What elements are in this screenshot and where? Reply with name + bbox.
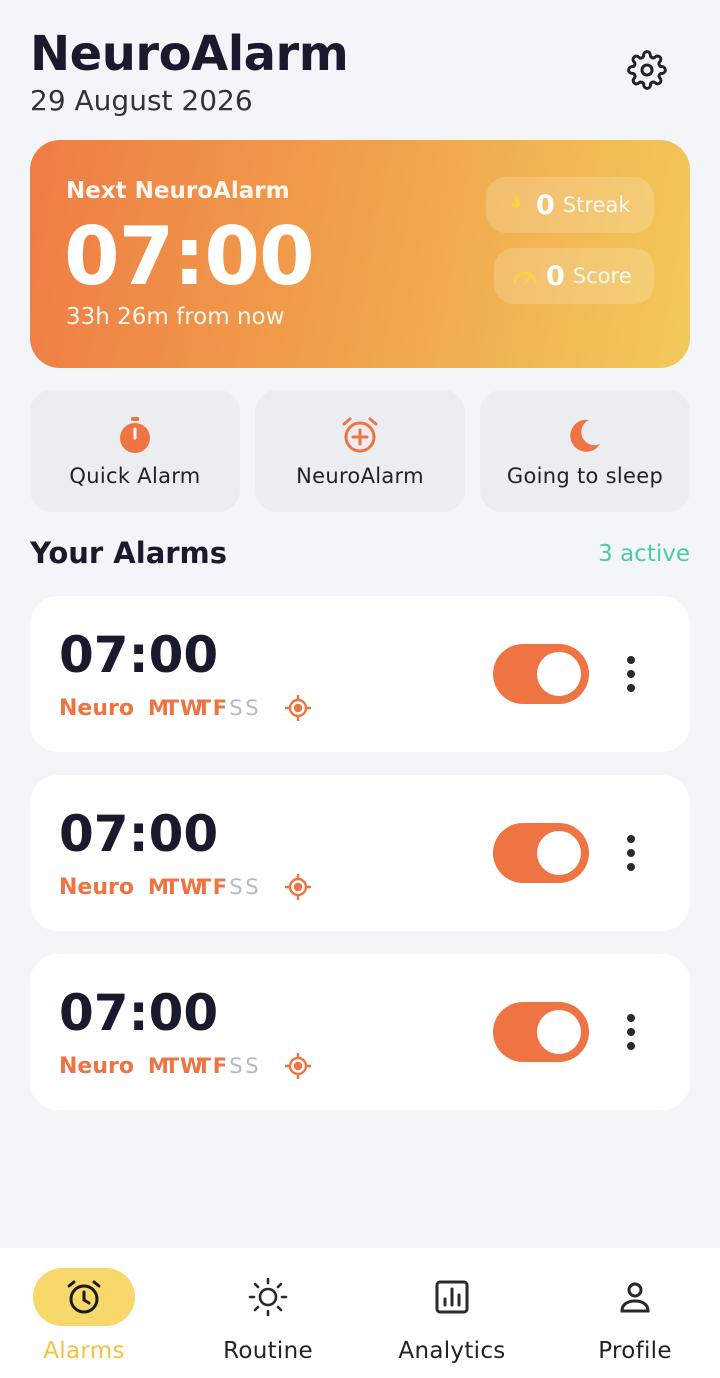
day-tue: T <box>164 875 180 899</box>
nav-item-alarms[interactable]: Alarms <box>0 1248 174 1378</box>
app-title: NeuroAlarm <box>30 26 349 82</box>
quick-alarm-label: Quick Alarm <box>69 464 201 488</box>
next-alarm-countdown: 33h 26m from now <box>66 304 285 330</box>
day-sun: S <box>245 1054 259 1078</box>
quick-alarm-button[interactable]: Quick Alarm <box>30 390 240 512</box>
alarm-card[interactable]: 07:00 Neuro M T W T F S S <box>30 596 690 752</box>
next-alarm-time: 07:00 <box>64 210 315 303</box>
toggle-knob <box>537 652 581 696</box>
chart-icon <box>435 1280 469 1314</box>
alarm-time: 07:00 <box>59 984 219 1042</box>
day-sun: S <box>245 696 259 720</box>
alarm-time: 07:00 <box>59 805 219 863</box>
nav-item-profile[interactable]: Profile <box>545 1248 720 1378</box>
more-options-button[interactable] <box>618 1010 644 1054</box>
day-fri: F <box>212 696 228 720</box>
stopwatch-icon <box>120 417 150 453</box>
score-value: 0 <box>546 260 565 292</box>
alarms-section-title: Your Alarms <box>30 536 228 570</box>
alarm-toggle[interactable] <box>493 823 589 883</box>
flame-icon <box>512 195 520 208</box>
nav-item-analytics[interactable]: Analytics <box>362 1248 542 1378</box>
toggle-knob <box>537 1010 581 1054</box>
streak-value: 0 <box>536 189 555 221</box>
day-fri: F <box>212 1054 228 1078</box>
alarm-card[interactable]: 07:00 Neuro M T W T F S S <box>30 775 690 931</box>
day-sat: S <box>229 875 243 899</box>
sun-icon <box>248 1277 288 1317</box>
day-thu: T <box>196 875 212 899</box>
score-badge: 0 Score <box>494 248 654 304</box>
day-wed: W <box>179 1054 204 1078</box>
nav-label-analytics: Analytics <box>398 1338 506 1364</box>
day-tue: T <box>164 1054 180 1078</box>
alarm-meta: Neuro M T W T F S S <box>59 1052 312 1080</box>
alarm-type: Neuro <box>59 695 134 721</box>
gauge-icon <box>513 271 537 285</box>
alarm-toggle[interactable] <box>493 644 589 704</box>
day-sun: S <box>245 875 259 899</box>
streak-label: Streak <box>562 193 631 217</box>
alarm-meta: Neuro M T W T F S S <box>59 873 312 901</box>
alarm-type: Neuro <box>59 1053 134 1079</box>
neuroalarm-button[interactable]: NeuroAlarm <box>255 390 465 512</box>
neuroalarm-label: NeuroAlarm <box>296 464 424 488</box>
score-label: Score <box>572 264 632 288</box>
alarm-type: Neuro <box>59 874 134 900</box>
active-alarms-count: 3 active <box>598 541 690 567</box>
target-icon <box>284 1053 311 1079</box>
day-fri: F <box>212 875 228 899</box>
target-icon <box>284 695 311 721</box>
day-sat: S <box>229 696 243 720</box>
nav-label-alarms: Alarms <box>43 1338 125 1364</box>
gear-icon <box>627 50 667 90</box>
alarm-clock-icon <box>67 1280 101 1314</box>
target-icon <box>284 874 311 900</box>
nav-label-routine: Routine <box>223 1338 313 1364</box>
nav-label-profile: Profile <box>598 1338 672 1364</box>
day-thu: T <box>196 696 212 720</box>
person-icon <box>620 1282 650 1313</box>
streak-badge: 0 Streak <box>486 177 654 233</box>
more-options-button[interactable] <box>618 831 644 875</box>
day-wed: W <box>179 875 204 899</box>
going-to-sleep-label: Going to sleep <box>506 464 664 488</box>
settings-button[interactable] <box>622 48 672 92</box>
day-mon: M <box>147 875 169 899</box>
day-mon: M <box>147 1054 169 1078</box>
bottom-nav: Alarms Routine Analytics Profile <box>0 1248 720 1378</box>
toggle-knob <box>537 831 581 875</box>
alarm-meta: Neuro M T W T F S S <box>59 694 312 722</box>
current-date: 29 August 2026 <box>30 84 253 117</box>
next-alarm-card[interactable]: Next NeuroAlarm 07:00 33h 26m from now 0… <box>30 140 690 368</box>
alarm-time: 07:00 <box>59 626 219 684</box>
more-options-button[interactable] <box>618 652 644 696</box>
alarm-add-icon <box>342 417 378 453</box>
going-to-sleep-button[interactable]: Going to sleep <box>480 390 690 512</box>
day-tue: T <box>164 696 180 720</box>
day-mon: M <box>147 696 169 720</box>
next-alarm-label: Next NeuroAlarm <box>66 178 290 204</box>
moon-icon <box>570 419 600 452</box>
alarm-toggle[interactable] <box>493 1002 589 1062</box>
nav-item-routine[interactable]: Routine <box>178 1248 358 1378</box>
day-wed: W <box>179 696 204 720</box>
alarm-card[interactable]: 07:00 Neuro M T W T F S S <box>30 954 690 1110</box>
day-thu: T <box>196 1054 212 1078</box>
day-sat: S <box>229 1054 243 1078</box>
